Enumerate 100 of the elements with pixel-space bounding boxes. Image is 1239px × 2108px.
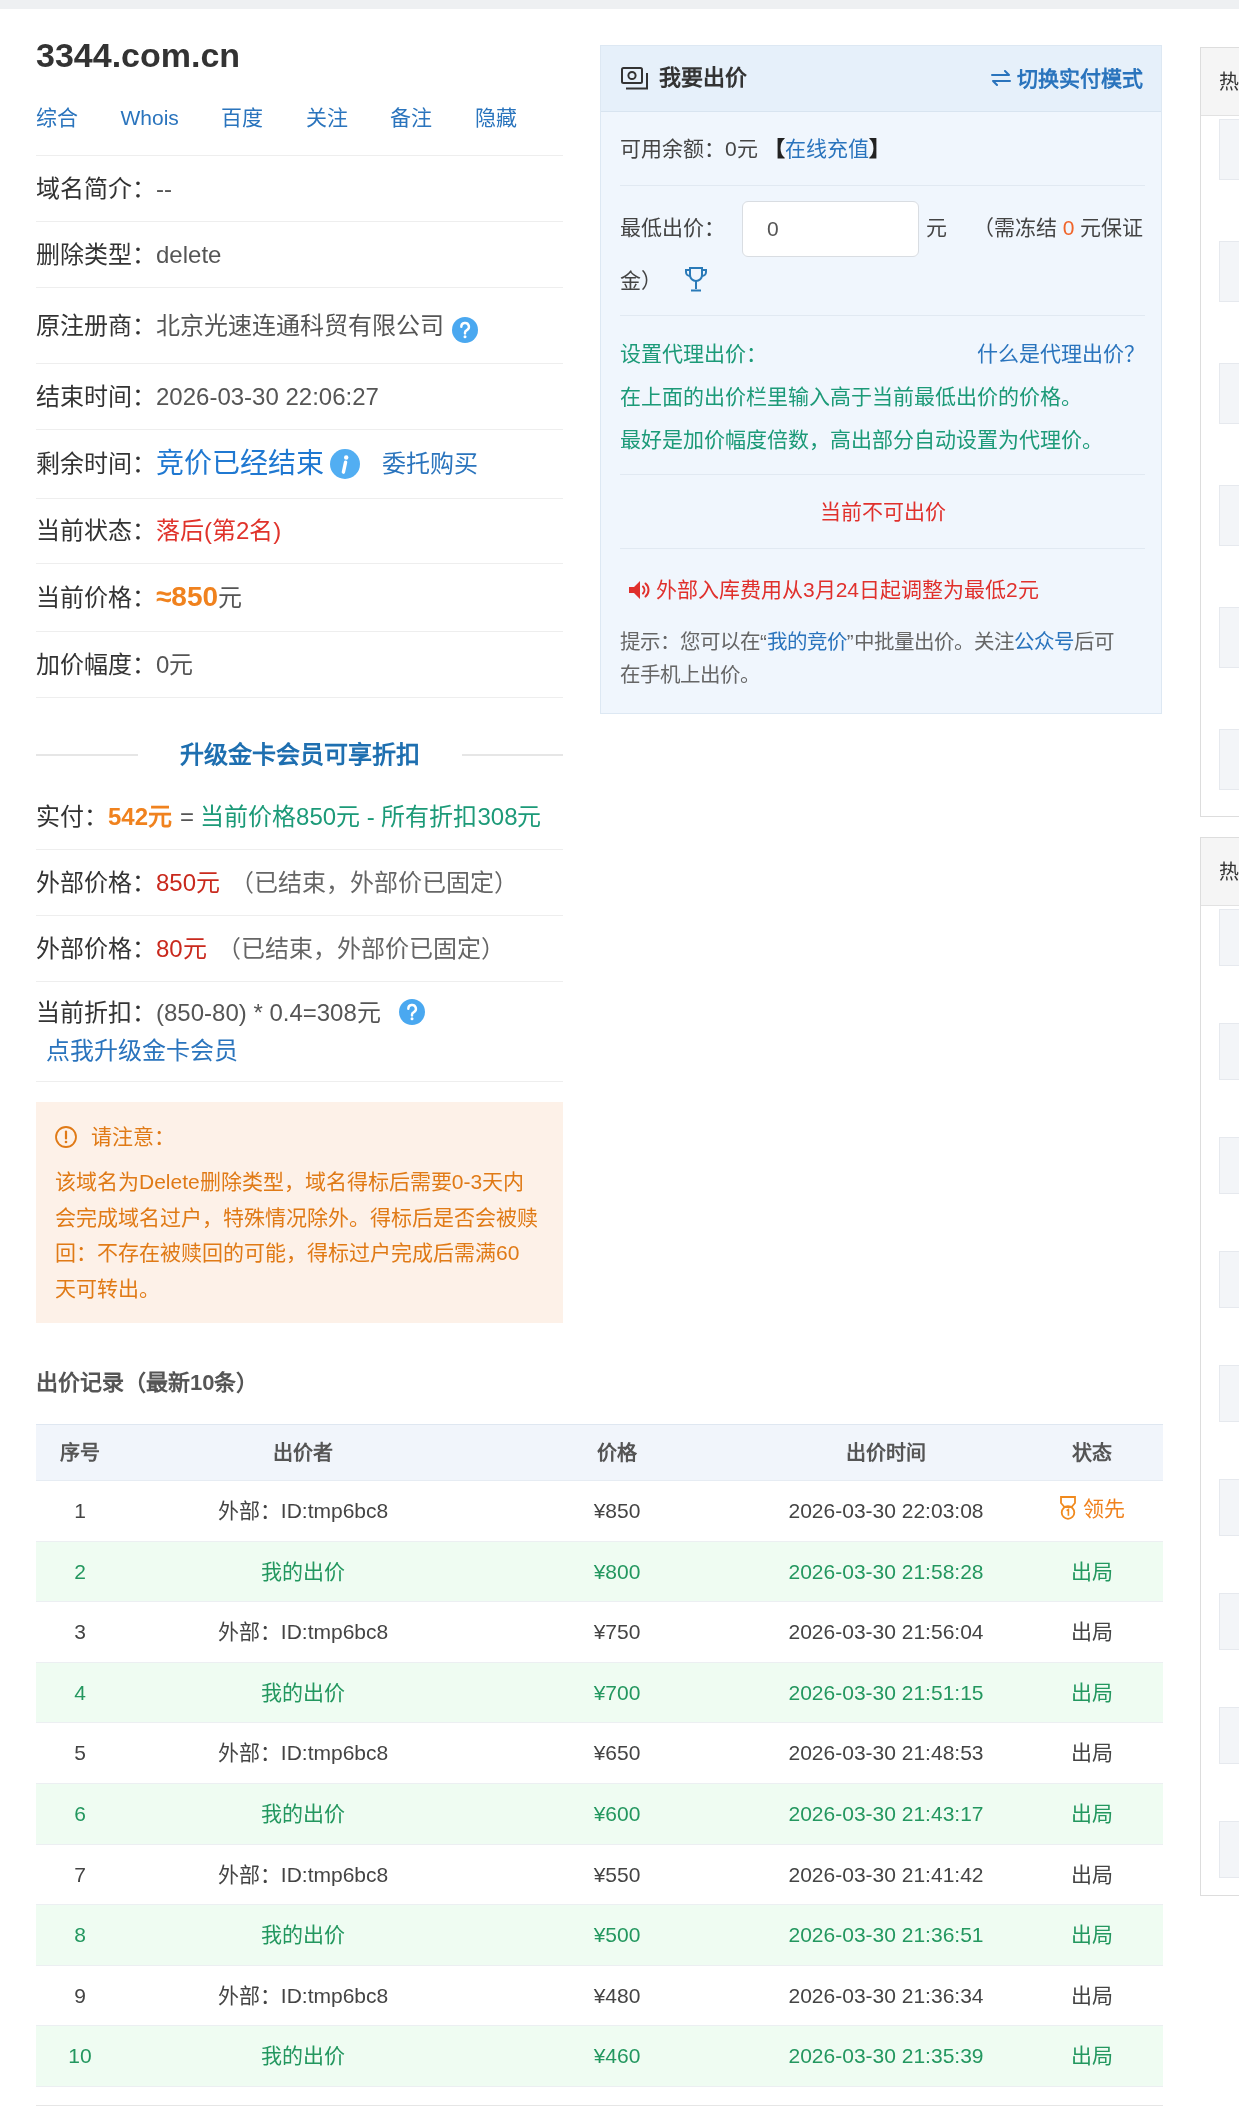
field-label: 加价幅度： [36,649,156,680]
table-cell: 出局 [1020,1844,1163,1905]
bid-input[interactable]: 0 [742,201,919,257]
field-label: 域名简介： [36,173,156,204]
column-header: 价格 [482,1424,752,1481]
table-cell: 9 [36,1965,124,2026]
tool-link[interactable]: Whois [120,103,179,133]
notice-text: 该域名为Delete删除类型，域名得标后需要0-3天内会完成域名过户，特殊情况除外。得标后是否会被赎回：不存在被赎回的可能，得标过户完成后需满60天可转出。 [55,1169,539,1302]
table-cell: 出局 [1020,1965,1163,2026]
table-cell: 外部：ID:tmp6bc8 [124,1844,482,1905]
table-cell: 我的出价 [124,1541,482,1602]
list-row[interactable] [1219,485,1239,546]
domain-title: 3344.com.cn [36,37,241,73]
list-row[interactable] [1219,119,1239,180]
table-cell: 我的出价 [124,2025,482,2087]
table-cell: 外部：ID:tmp6bc8 [124,1722,482,1784]
tool-link[interactable]: 备注 [390,103,433,133]
auction-ended-text: 竞价已经结束 [156,448,324,480]
table-cell: 外部：ID:tmp6bc8 [124,1965,482,2026]
field-value: -- [156,173,172,204]
field-label: 当前价格： [36,582,156,613]
table-cell: ¥850 [482,1480,752,1542]
column-header: 出价者 [124,1424,482,1481]
status-value: 落后(第2名) [156,516,282,546]
speaker-icon [628,579,650,601]
table-cell: ¥480 [482,1965,752,2026]
table-cell: 10 [36,2025,124,2087]
table-cell: 2026-03-30 21:36:51 [752,1904,1020,1966]
list-row[interactable] [1219,607,1239,668]
proxy-hint: 最好是加价幅度倍数，高出部分自动设置为代理价。 [620,427,1103,453]
table-cell: 出局 [1020,2025,1163,2087]
tool-link[interactable]: 百度 [221,103,264,133]
panel-title: 热 [1201,838,1239,906]
field-label: 外部价格： [36,867,156,898]
switch-mode-link[interactable]: 切换实付模式 [991,63,1143,94]
list-row[interactable] [1219,1707,1239,1764]
status-text: 领先 [1082,1495,1125,1522]
panel-title: 热 [1201,48,1239,116]
balance-text: 可用余额：0元 【在线充值】 [620,135,890,162]
help-icon [398,999,425,1025]
section-heading: 出价记录（最新10条） [36,1369,259,1397]
list-row[interactable] [1219,363,1239,424]
table-cell: 出局 [1020,1722,1163,1784]
warning-icon [55,1126,77,1148]
field-label: 外部价格： [36,933,156,964]
tool-link[interactable]: 隐藏 [474,103,517,133]
proxy-help-link[interactable]: 什么是代理出价？ [977,332,1145,375]
recharge-link[interactable]: 在线充值 [784,136,869,160]
table-cell: 2026-03-30 21:43:17 [752,1783,1020,1845]
table-cell: ¥500 [482,1904,752,1966]
field-label: 当前状态： [36,516,156,546]
field-value: 0元 [156,649,194,680]
table-cell: 2026-03-30 21:58:28 [752,1541,1020,1602]
table-cell: 2026-03-30 21:35:39 [752,2025,1020,2087]
table-cell: ¥600 [482,1783,752,1845]
table-cell: 6 [36,1783,124,1845]
column-header: 状态 [1020,1424,1163,1481]
bid-status-text: 当前不可出价 [819,498,946,525]
field-label: 删除类型： [36,239,156,270]
field-value: 北京光速连通科贸有限公司 [156,310,444,341]
list-row[interactable] [1219,1821,1239,1878]
proxy-title: 设置代理出价： [620,341,767,367]
list-row[interactable] [1219,1593,1239,1650]
table-cell: 外部：ID:tmp6bc8 [124,1480,482,1542]
tool-link[interactable]: 关注 [305,103,348,133]
info-icon [330,449,360,479]
table-cell: 8 [36,1904,124,1966]
table-cell: 4 [36,1662,124,1723]
table-cell: 外部：ID:tmp6bc8 [124,1601,482,1663]
list-row[interactable] [1219,241,1239,302]
field-label: 原注册商： [36,310,156,341]
trophy-icon [684,266,708,292]
field-label: 剩余时间： [36,449,156,479]
price-note: （已结束，外部价已固定） [216,933,505,964]
paid-amount: 542元 [108,801,173,832]
current-price: ≈850元 [156,581,243,614]
list-row[interactable] [1219,1023,1239,1080]
field-value: delete [156,239,222,270]
price-note: （已结束，外部价已固定） [230,867,519,898]
list-row[interactable] [1219,1365,1239,1422]
list-row[interactable] [1219,729,1239,790]
list-row[interactable] [1219,1251,1239,1308]
list-row[interactable] [1219,1137,1239,1194]
table-cell: 我的出价 [124,1662,482,1723]
table-cell: 出局 [1020,1904,1163,1966]
table-cell: 出局 [1020,1601,1163,1663]
column-header: 序号 [36,1424,124,1481]
swap-icon [991,70,1011,87]
tool-link[interactable]: 综合 [36,103,78,133]
table-cell: ¥650 [482,1722,752,1784]
tip-text: 提示：您可以在“我的竞价”中批量出价。关注公众号后可在手机上出价。 [620,629,1115,688]
field-label: 当前折扣： [36,999,156,1026]
entrust-buy-link[interactable]: 委托购买 [382,448,478,480]
tip-link[interactable]: 公众号 [1013,630,1074,653]
list-row[interactable] [1219,1479,1239,1536]
list-row[interactable] [1219,909,1239,966]
upgrade-link[interactable]: 点我升级金卡会员 [46,1037,238,1064]
external-price: 850元 [156,867,221,898]
cash-icon [621,67,648,90]
tip-link[interactable]: 我的竞价 [766,630,847,653]
